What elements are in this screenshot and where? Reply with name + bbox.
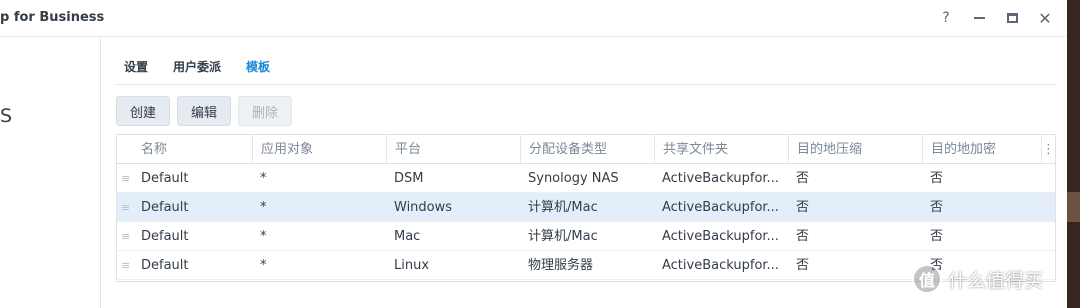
cell-device-type: 物理服务器 (528, 258, 594, 273)
table-row[interactable]: ≡ Default * Mac 计算机/Mac ActiveBackupfor.… (117, 222, 1055, 251)
cell-platform: Mac (394, 229, 421, 244)
cell-shared-folder: ActiveBackupfor... (662, 200, 779, 215)
cell-encryption: 否 (930, 171, 944, 186)
drag-handle-icon[interactable]: ≡ (121, 222, 130, 251)
delete-button[interactable]: 删除 (238, 96, 292, 126)
tab-settings[interactable]: 设置 (124, 58, 148, 75)
watermark-text: 什么值得买 (948, 269, 1044, 292)
tab-divider (116, 84, 1056, 85)
cell-name: Default (141, 258, 189, 273)
cell-target: * (260, 258, 267, 273)
maximize-icon[interactable] (1002, 8, 1022, 28)
cell-compression: 否 (796, 200, 810, 215)
cell-platform: Linux (394, 258, 430, 273)
column-header-device-type[interactable]: 分配设备类型 (520, 135, 653, 164)
cell-target: * (260, 200, 267, 215)
background-edge (1067, 0, 1080, 308)
help-icon[interactable]: ? (936, 8, 956, 28)
window-title: p for Business (0, 10, 105, 25)
tab-templates[interactable]: 模板 (246, 58, 270, 75)
cell-compression: 否 (796, 171, 810, 186)
cell-encryption: 否 (930, 200, 944, 215)
cell-device-type: 计算机/Mac (528, 229, 598, 244)
cell-target: * (260, 229, 267, 244)
cell-name: Default (141, 171, 189, 186)
cell-name: Default (141, 200, 189, 215)
cell-target: * (260, 171, 267, 186)
left-sidebar: S (0, 37, 101, 308)
drag-handle-icon[interactable]: ≡ (121, 164, 130, 193)
table-header: 名称 应用对象 平台 分配设备类型 共享文件夹 目的地压缩 目的地加密 ⋮ (117, 135, 1055, 164)
cell-shared-folder: ActiveBackupfor... (662, 258, 779, 273)
column-header-platform[interactable]: 平台 (386, 135, 519, 164)
column-header-compression[interactable]: 目的地压缩 (788, 135, 921, 164)
table-row[interactable]: ≡ Default * Windows 计算机/Mac ActiveBackup… (117, 193, 1055, 222)
cell-name: Default (141, 229, 189, 244)
close-icon[interactable]: ✕ (1035, 8, 1055, 28)
tab-user-delegation[interactable]: 用户委派 (173, 58, 221, 75)
drag-handle-icon[interactable]: ≡ (121, 193, 130, 222)
template-table: 名称 应用对象 平台 分配设备类型 共享文件夹 目的地压缩 目的地加密 ⋮ ≡ … (116, 134, 1056, 282)
cell-compression: 否 (796, 258, 810, 273)
cell-encryption: 否 (930, 229, 944, 244)
column-header-encryption[interactable]: 目的地加密 (922, 135, 1041, 164)
cell-device-type: Synology NAS (528, 171, 619, 186)
title-bar: p for Business ? ✕ (0, 0, 1067, 37)
cell-shared-folder: ActiveBackupfor... (662, 171, 779, 186)
background-edge-highlight (1067, 192, 1080, 222)
cell-shared-folder: ActiveBackupfor... (662, 229, 779, 244)
cell-device-type: 计算机/Mac (528, 200, 598, 215)
create-button[interactable]: 创建 (116, 96, 170, 126)
drag-handle-icon[interactable]: ≡ (121, 251, 130, 280)
watermark-logo-icon: 值 (912, 264, 942, 294)
table-row[interactable]: ≡ Default * DSM Synology NAS ActiveBacku… (117, 164, 1055, 193)
minimize-icon[interactable] (969, 8, 989, 28)
cell-compression: 否 (796, 229, 810, 244)
cell-platform: Windows (394, 200, 453, 215)
column-header-target[interactable]: 应用对象 (252, 135, 385, 164)
column-header-shared-folder[interactable]: 共享文件夹 (654, 135, 787, 164)
watermark: 值 什么值得买 (912, 262, 1043, 296)
column-menu-icon[interactable]: ⋮ (1041, 135, 1055, 164)
sidebar-partial-text: S (0, 105, 13, 127)
edit-button[interactable]: 编辑 (177, 96, 231, 126)
column-header-name[interactable]: 名称 (133, 135, 251, 164)
cell-platform: DSM (394, 171, 424, 186)
